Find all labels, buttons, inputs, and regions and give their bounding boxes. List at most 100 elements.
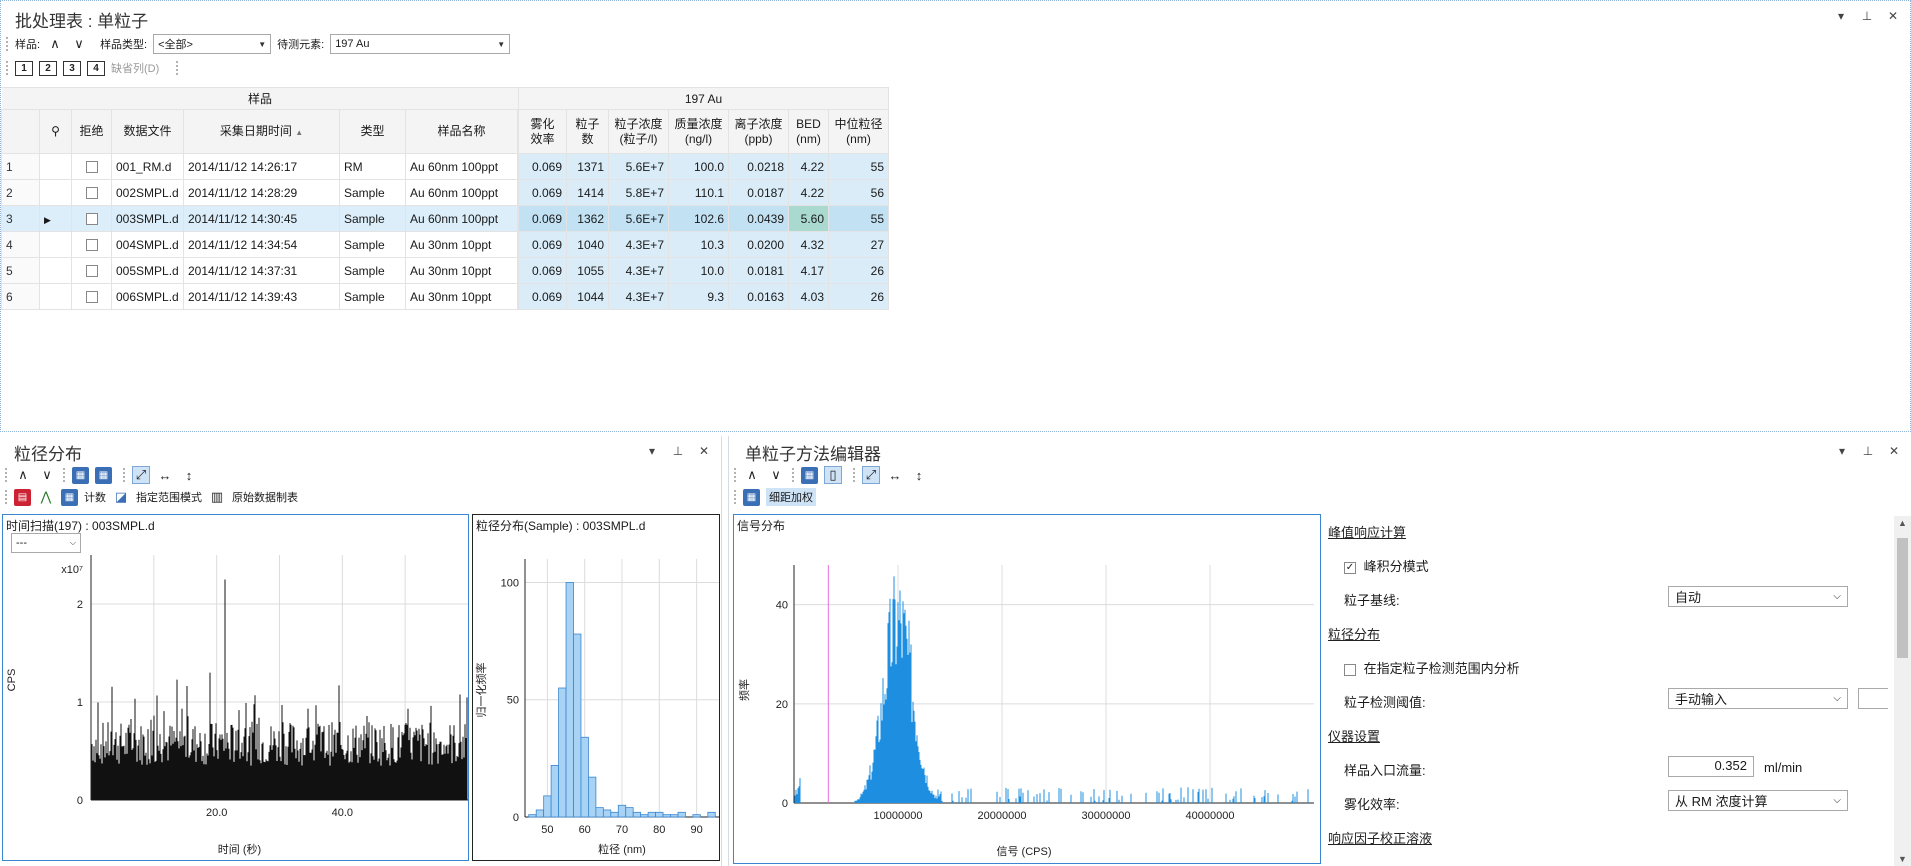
scrollbar-thumb[interactable] [1897,538,1908,658]
table-row[interactable]: 6 006SMPL.d 2014/11/12 14:39:43 Sample Au 30… [1,283,889,310]
section-rf[interactable]: 响应因子校正溶液 [1328,828,1432,847]
file-header[interactable]: 数据文件 [111,109,184,154]
view-2-button[interactable]: 2 [39,60,57,76]
toolbar-grip[interactable] [5,60,9,76]
conc-header[interactable]: 粒子浓度 (粒子/l) [608,109,669,154]
reject-checkbox[interactable] [85,213,98,226]
size-dist-chart[interactable]: 粒径分布(Sample) : 003SMPL.d 0 50 100 50 60 70 80 9… [472,514,720,861]
toolbar-grip[interactable] [733,467,737,483]
reject-cell[interactable] [71,153,112,180]
chevron-down-icon[interactable]: ∨ [767,466,785,484]
section-peak[interactable]: 峰值响应计算 [1328,522,1406,541]
vertical-zoom-icon[interactable]: ↕ [910,466,928,484]
close-icon[interactable]: ✕ [697,444,711,458]
table-row[interactable]: 4 004SMPL.d 2014/11/12 14:34:54 Sample Au 30… [1,231,889,258]
range-mode-button[interactable]: 指定范围模式 [136,489,202,505]
toolbar-grip[interactable] [62,467,66,483]
pin-icon[interactable]: ⊥ [1861,444,1875,458]
section-instrument[interactable]: 仪器设置 [1328,726,1380,745]
table-row[interactable]: 1 001_RM.d 2014/11/12 14:26:17 RM Au 60nm 10… [1,153,889,180]
reject-cell[interactable] [71,205,112,232]
toolbar-grip[interactable] [175,60,180,76]
vertical-zoom-icon[interactable]: ↕ [180,466,198,484]
reject-checkbox[interactable] [85,291,98,304]
threshold-input[interactable] [1858,688,1888,709]
filter-header[interactable]: ⚲ [39,109,72,154]
reject-cell[interactable] [71,179,112,206]
reject-checkbox[interactable] [85,187,98,200]
date-header[interactable]: 采集日期时间 ▲ [183,109,340,154]
peak-icon[interactable]: ⋀ [37,488,55,506]
sample-type-select[interactable]: <全部> ▼ [153,34,272,54]
toolbar-grip[interactable] [791,467,795,483]
detect-threshold-select[interactable]: 手动输入 ⌵ [1668,688,1848,709]
type-header[interactable]: 类型 [339,109,406,154]
import-icon[interactable]: ▦ [72,466,89,484]
horizontal-zoom-icon[interactable]: ↔ [886,466,904,484]
raw-table-button[interactable]: 原始数据制表 [232,489,298,505]
autoscale-icon[interactable]: ⤢ [132,466,150,484]
editor-scrollbar[interactable]: ▲ ▼ [1894,516,1911,866]
table-row[interactable]: 2 002SMPL.d 2014/11/12 14:28:29 Sample Au 60… [1,179,889,206]
range-mode-icon[interactable]: ◪ [112,488,130,506]
close-icon[interactable]: ✕ [1886,9,1900,23]
toolbar-grip[interactable] [852,467,856,483]
import-icon[interactable]: ▦ [801,466,818,484]
save-icon[interactable]: ▯ [824,466,842,484]
bed-header[interactable]: BED (nm) [788,109,829,154]
chevron-down-icon[interactable]: ∨ [38,466,56,484]
mass-header[interactable]: 质量浓度 (ng/l) [668,109,729,154]
filter-icon[interactable]: ⚲ [51,124,60,138]
table-row[interactable]: 5 005SMPL.d 2014/11/12 14:37:31 Sample Au 30… [1,257,889,284]
reject-checkbox[interactable] [85,161,98,174]
pin-icon[interactable]: ⊥ [1860,9,1874,23]
element-select[interactable]: 197 Au ▼ [330,34,511,54]
name-header[interactable]: 样品名称 [405,109,518,154]
weight-icon[interactable]: ▦ [743,488,760,506]
reject-checkbox[interactable] [85,265,98,278]
horizontal-zoom-icon[interactable]: ↔ [156,466,174,484]
time-scan-chart[interactable]: 时间扫描(197) : 003SMPL.d --- ⌵ x10⁷ 0 1 2 20.0 40… [2,514,469,861]
pin-icon[interactable]: ⊥ [671,444,685,458]
weight-button[interactable]: 细距加权 [766,488,816,506]
neb-select[interactable]: 从 RM 浓度计算 ⌵ [1668,790,1848,811]
view-3-button[interactable]: 3 [63,60,81,76]
ion-header[interactable]: 离子浓度 (ppb) [728,109,789,154]
reject-cell[interactable] [71,257,112,284]
particle-baseline-select[interactable]: 自动 ⌵ [1668,586,1848,607]
scroll-down-icon[interactable]: ▼ [1898,854,1907,864]
dropdown-icon[interactable]: ▾ [1835,444,1849,458]
autoscale-icon[interactable]: ⤢ [862,466,880,484]
toolbar-grip[interactable] [4,489,8,505]
neb-header[interactable]: 雾化 效率 [518,109,567,154]
flow-input[interactable]: 0.352 [1668,756,1754,777]
analyze-in-range-checkbox[interactable] [1344,663,1356,676]
reject-header[interactable]: 拒绝 [71,109,112,154]
chevron-down-icon[interactable]: ∨ [70,35,88,53]
chevron-up-icon[interactable]: ∧ [46,35,64,53]
reject-cell[interactable] [71,231,112,258]
count-header[interactable]: 粒子数 [566,109,609,154]
dropdown-icon[interactable]: ▾ [645,444,659,458]
scroll-up-icon[interactable]: ▲ [1898,518,1907,528]
reject-cell[interactable] [71,283,112,310]
raw-table-icon[interactable]: ▥ [208,488,226,506]
signal-dist-chart[interactable]: 信号分布 0 20 40 10000000 20000000 30000000 400000… [733,514,1321,864]
toolbar-grip[interactable] [122,467,126,483]
count-button[interactable]: 计数 [84,489,106,505]
toolbar-grip[interactable] [5,36,9,52]
close-icon[interactable]: ✕ [1887,444,1901,458]
chevron-up-icon[interactable]: ∧ [14,466,32,484]
view-1-button[interactable]: 1 [15,60,33,76]
peak-integration-option[interactable]: ✓ 峰积分模式 [1344,556,1429,575]
median-header[interactable]: 中位粒径 (nm) [828,109,889,154]
section-dist[interactable]: 粒径分布 [1328,624,1380,643]
chevron-up-icon[interactable]: ∧ [743,466,761,484]
chart-settings-icon[interactable]: ▤ [14,488,31,506]
analyze-in-range-option[interactable]: 在指定粒子检测范围内分析 [1344,658,1520,677]
toolbar-grip[interactable] [733,489,737,505]
toolbar-grip[interactable] [4,467,8,483]
omit-column-button[interactable]: 缺省列(D) [111,60,159,76]
table-row[interactable]: 3 ▶ 003SMPL.d 2014/11/12 14:30:45 Sample Au 6… [1,205,889,232]
export-icon[interactable]: ▦ [95,466,112,484]
